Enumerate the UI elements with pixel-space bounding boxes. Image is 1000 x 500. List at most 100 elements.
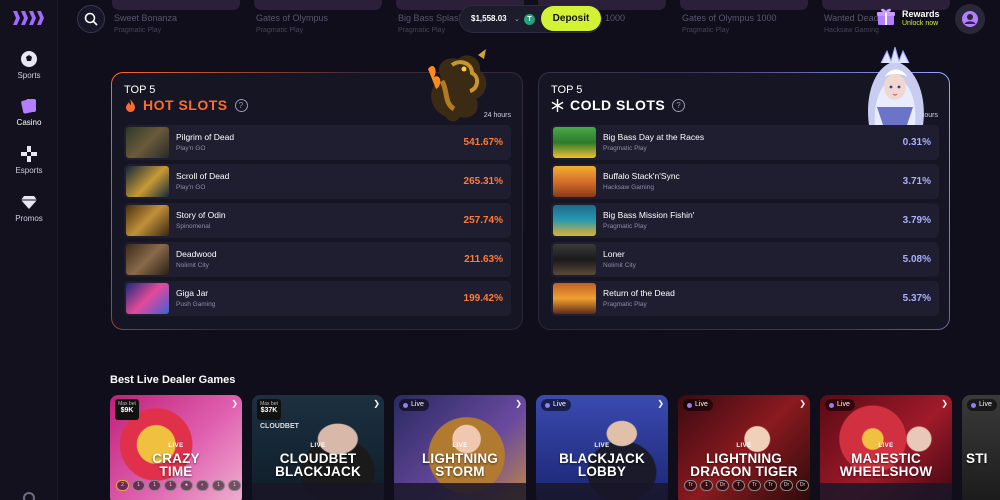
live-label: LIVE	[878, 443, 894, 449]
rtp-value: 0.31%	[902, 137, 931, 148]
game-thumbnail	[126, 283, 169, 314]
ice-queen-illustration	[855, 45, 937, 125]
rtp-value: 5.08%	[902, 254, 931, 265]
chevron-right-icon: ❯	[515, 399, 522, 408]
sidebar-item-label: Sports	[17, 71, 41, 80]
live-game-card[interactable]: Live ❯ LIVE LIGHTNING DRAGON TIGER Tr 1 Dr…	[678, 395, 810, 500]
card-title-line2: DRAGON TIGER	[690, 464, 798, 479]
list-item[interactable]: Big Bass Day at the Races Pragmatic Play…	[551, 125, 939, 160]
game-provider: Pragmatic Play	[114, 27, 162, 34]
card-title-line2: TIME	[159, 464, 193, 479]
live-badge: Live	[399, 399, 429, 411]
card-title-line2: BLACKJACK	[275, 464, 361, 479]
hot-slots-panel: TOP 5 HOT SLOTS ? 24 hours Pilgrim of De…	[111, 49, 523, 330]
profile-button[interactable]	[955, 4, 985, 34]
panel-title-text: COLD SLOTS	[570, 97, 666, 113]
game-provider: Pragmatic Play	[398, 27, 446, 34]
max-bet-badge: Max bet $37K	[257, 399, 281, 420]
cards-icon	[20, 97, 38, 115]
list-item[interactable]: Big Bass Mission Fishin' Pragmatic Play …	[551, 203, 939, 238]
live-game-card[interactable]: Live STI	[962, 395, 1000, 500]
game-provider: Pragmatic Play	[603, 145, 647, 152]
sidebar-item-promos[interactable]: Promos	[0, 193, 58, 237]
rtp-value: 3.79%	[902, 215, 931, 226]
soccer-ball-icon	[20, 50, 38, 68]
game-thumbnail	[553, 127, 596, 158]
panel-title: HOT SLOTS ?	[124, 97, 248, 113]
list-item[interactable]: Loner Nolimit City 5.08%	[551, 242, 939, 277]
search-button[interactable]	[77, 5, 105, 33]
card-footer	[820, 483, 952, 500]
live-game-card[interactable]: Max bet $9K ❯ LIVE CRAZY TIME 2 1 1 1 ● ◐ 1 1	[110, 395, 242, 500]
game-provider: Hacksaw Gaming	[824, 27, 879, 34]
settings-icon[interactable]	[23, 492, 35, 500]
card-footer	[394, 483, 526, 500]
game-thumbnail	[126, 244, 169, 275]
game-thumbnail	[553, 166, 596, 197]
game-name: Loner	[603, 249, 625, 259]
list-item[interactable]: Return of the Dead Pragmatic Play 5.37%	[551, 281, 939, 316]
game-tile[interactable]	[680, 0, 808, 10]
live-dot	[687, 402, 692, 408]
list-item[interactable]: Pilgrim of Dead Play'n GO 541.67%	[124, 125, 511, 160]
live-game-card[interactable]: Live ❯ LIVE LIGHTNING STORM	[394, 395, 526, 500]
help-icon[interactable]: ?	[672, 98, 686, 112]
game-thumbnail	[126, 205, 169, 236]
rewards-title: Rewards	[902, 9, 940, 19]
deposit-button[interactable]: Deposit	[541, 6, 601, 31]
cloudbet-logo[interactable]	[11, 9, 45, 27]
game-tile[interactable]	[254, 0, 382, 10]
sidebar-item-label: Esports	[15, 166, 43, 175]
sidebar: Sports Casino Esports Promos	[0, 0, 58, 500]
live-game-card[interactable]: Live ❯ LIVE MAJESTIC WHEELSHOW	[820, 395, 952, 500]
live-label: LIVE	[310, 443, 326, 449]
list-item[interactable]: Giga Jar Push Gaming 199.42%	[124, 281, 511, 316]
search-icon	[84, 12, 98, 26]
list-item[interactable]: Scroll of Dead Play'n GO 265.31%	[124, 164, 511, 199]
live-game-card[interactable]: Max bet $37K CLOUDBET ❯ LIVE CLOUDBET BL…	[252, 395, 384, 500]
live-badge: Live	[683, 399, 713, 411]
panel-title-text: HOT SLOTS	[143, 97, 228, 113]
list-item[interactable]: Deadwood Nolimit City 211.63%	[124, 242, 511, 277]
rewards-button[interactable]: Rewards Unlock now	[876, 7, 946, 31]
game-thumbnail	[553, 283, 596, 314]
live-game-card[interactable]: Live ❯ LIVE BLACKJACK LOBBY	[536, 395, 668, 500]
game-name: Big Bass Day at the Races	[603, 132, 705, 142]
live-badge: Live	[825, 399, 855, 411]
game-thumbnail	[126, 127, 169, 158]
rtp-value: 3.71%	[902, 176, 931, 187]
rtp-value: 5.37%	[902, 293, 931, 304]
avatar-icon	[962, 11, 978, 27]
chevron-down-icon: ⌄	[514, 16, 520, 23]
card-footer	[536, 483, 668, 500]
panel-top-label: TOP 5	[124, 84, 156, 96]
sidebar-item-casino[interactable]: Casino	[0, 97, 58, 141]
list-item[interactable]: Buffalo Stack'n'Sync Hacksaw Gaming 3.71…	[551, 164, 939, 199]
sidebar-item-esports[interactable]: Esports	[0, 145, 58, 189]
panel-title: COLD SLOTS ?	[551, 97, 686, 113]
live-label: LIVE	[594, 443, 610, 449]
card-footer	[252, 483, 384, 500]
card-title-line1: STI	[966, 451, 988, 466]
game-name: Wanted Dead	[824, 13, 879, 23]
game-tile[interactable]	[112, 0, 240, 10]
max-bet-badge: Max bet $9K	[115, 399, 139, 420]
help-icon[interactable]: ?	[234, 98, 248, 112]
gamepad-icon	[20, 145, 38, 163]
game-provider: Hacksaw Gaming	[603, 184, 654, 191]
balance-amount: $1,558.03	[471, 14, 507, 23]
game-thumbnail	[553, 205, 596, 236]
bet-spots: Tr 1 Dr T Tr Tr Dr Dr	[684, 480, 809, 491]
live-label: LIVE	[736, 443, 752, 449]
sidebar-item-label: Casino	[16, 118, 42, 127]
live-badge: Live	[967, 399, 997, 411]
game-name: Return of the Dead	[603, 288, 675, 298]
game-provider: Nolimit City	[603, 262, 636, 269]
sidebar-item-sports[interactable]: Sports	[0, 50, 58, 94]
dragon-illustration	[416, 47, 498, 125]
game-provider: Pragmatic Play	[682, 27, 730, 34]
game-provider: Play'n GO	[176, 145, 206, 152]
rtp-value: 265.31%	[463, 176, 503, 187]
rtp-value: 199.42%	[463, 293, 503, 304]
list-item[interactable]: Story of Odin Spinomenal 257.74%	[124, 203, 511, 238]
